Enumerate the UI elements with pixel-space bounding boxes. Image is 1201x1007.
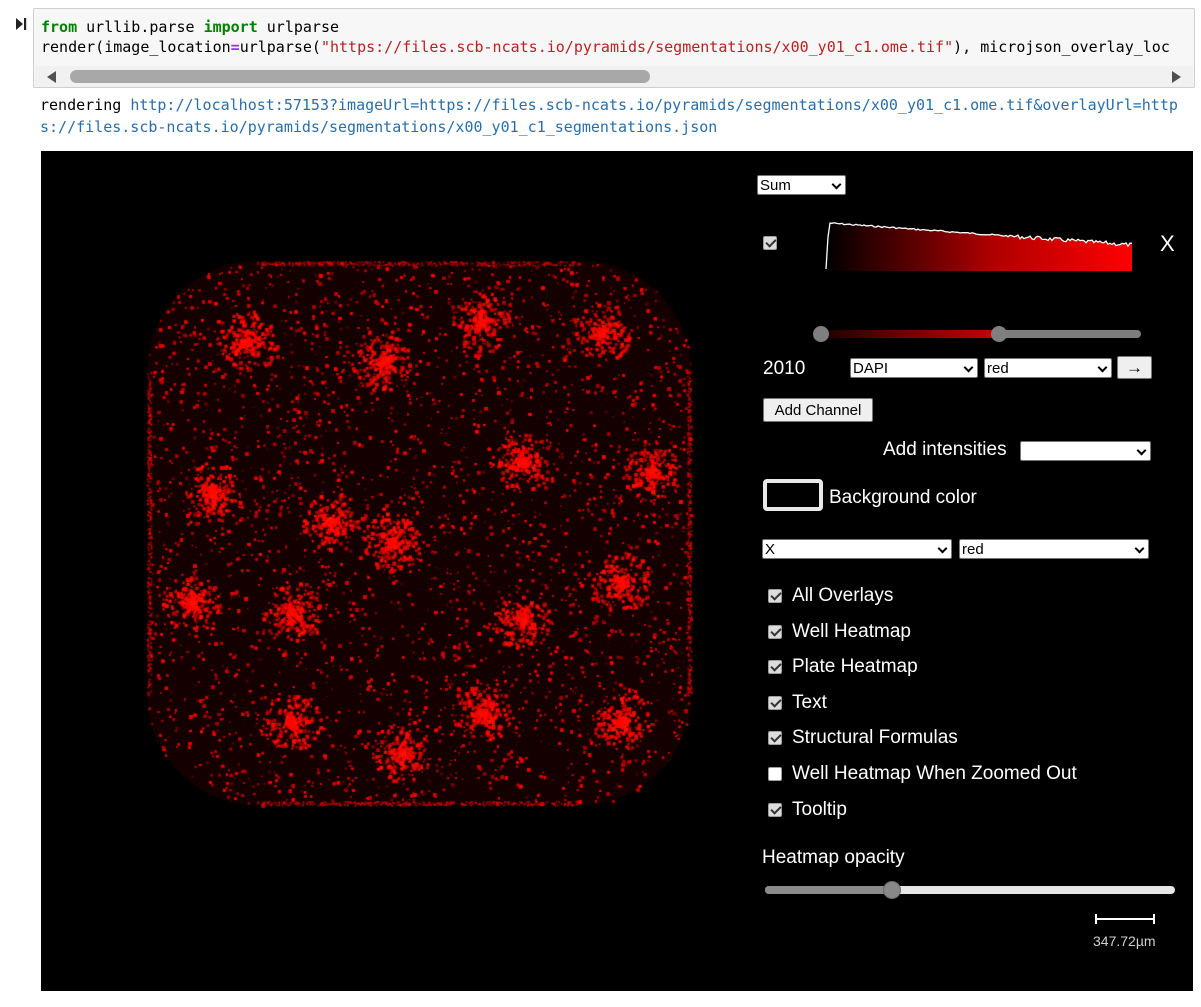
- scroll-right-arrow-icon[interactable]: [1172, 71, 1181, 83]
- urlparse-call: urlparse(: [239, 38, 321, 56]
- apply-channel-button[interactable]: →: [1117, 356, 1152, 379]
- heatmap-opacity-label: Heatmap opacity: [762, 847, 905, 868]
- projection-select-wrap[interactable]: Sum: [757, 175, 846, 195]
- add-intensities-select-wrap[interactable]: [1020, 441, 1151, 461]
- channel-select[interactable]: DAPI: [850, 358, 978, 378]
- control-panel: Sum X 2010 DAPI red → Add Channel Add in…: [757, 151, 1193, 991]
- code-cell[interactable]: from urllib.parse import urlparse render…: [33, 8, 1195, 88]
- output-prefix: rendering: [40, 96, 131, 114]
- overlay-checkbox[interactable]: [768, 589, 782, 603]
- scale-bar-label: 347.72µm: [1093, 933, 1156, 949]
- overlay-color-select[interactable]: red: [959, 539, 1149, 559]
- overlay-checkbox-label: Structural Formulas: [792, 727, 958, 748]
- overlay-checkbox[interactable]: [768, 767, 782, 781]
- overlay-checkbox-label: Well Heatmap: [792, 621, 911, 642]
- cell-output: rendering http://localhost:57153?imageUr…: [40, 94, 1200, 138]
- render-call-rest: ), microjson_overlay_loc: [953, 38, 1170, 56]
- keyword-import: import: [203, 18, 258, 36]
- run-cell-icon[interactable]: [15, 17, 27, 31]
- overlay-select[interactable]: X: [762, 539, 952, 559]
- import-name: urlparse: [257, 18, 340, 36]
- overlay-checkbox-label: All Overlays: [792, 585, 894, 606]
- projection-select[interactable]: Sum: [757, 175, 846, 195]
- overlay-select-wrap[interactable]: X: [762, 539, 952, 559]
- overlay-checkbox[interactable]: [768, 731, 782, 745]
- overlay-checkbox[interactable]: [768, 696, 782, 710]
- microscopy-image[interactable]: [41, 151, 761, 991]
- scrollbar-thumb[interactable]: [70, 70, 650, 83]
- equals-operator: =: [230, 38, 240, 56]
- channel-visible-checkbox[interactable]: [763, 236, 777, 250]
- overlay-checkbox[interactable]: [768, 660, 782, 674]
- scale-bar: [1095, 914, 1155, 924]
- overlay-checkbox-label: Plate Heatmap: [792, 656, 918, 677]
- contrast-max-handle[interactable]: [991, 326, 1008, 342]
- horizontal-scrollbar[interactable]: [35, 66, 1193, 87]
- image-url-string: "https://files.scb-ncats.io/pyramids/seg…: [320, 38, 954, 56]
- render-call: render(image_location: [41, 38, 231, 56]
- add-intensities-label: Add intensities: [883, 439, 1007, 460]
- contrast-min-handle[interactable]: [813, 326, 829, 342]
- overlay-checkbox-label: Tooltip: [792, 799, 847, 820]
- viewer-link[interactable]: http://localhost:57153?imageUrl=https://…: [40, 96, 1178, 136]
- overlay-checkbox-label: Well Heatmap When Zoomed Out: [792, 763, 1077, 784]
- overlay-color-select-wrap[interactable]: red: [959, 539, 1149, 559]
- image-viewer[interactable]: Sum X 2010 DAPI red → Add Channel Add in…: [41, 151, 1193, 991]
- remove-channel-button[interactable]: X: [1160, 231, 1175, 257]
- background-color-swatch[interactable]: [763, 479, 823, 511]
- channel-select-wrap[interactable]: DAPI: [850, 358, 978, 378]
- channel-histogram: [825, 222, 1133, 271]
- overlay-checkbox-label: Text: [792, 692, 827, 713]
- channel-color-select[interactable]: red: [984, 358, 1112, 378]
- opacity-slider-fill: [765, 886, 893, 894]
- background-color-label: Background color: [829, 487, 977, 508]
- overlay-checkbox[interactable]: [768, 803, 782, 817]
- keyword-from: from: [41, 18, 78, 36]
- add-channel-button[interactable]: Add Channel: [763, 398, 873, 422]
- overlay-checkbox[interactable]: [768, 625, 782, 639]
- code-editor[interactable]: from urllib.parse import urlparse render…: [41, 17, 1194, 57]
- heatmap-opacity-slider[interactable]: [765, 881, 1175, 899]
- add-intensities-select[interactable]: [1020, 441, 1151, 461]
- scroll-left-arrow-icon[interactable]: [47, 71, 56, 83]
- contrast-range-slider[interactable]: [819, 330, 1141, 338]
- module-name: urllib.parse: [77, 18, 204, 36]
- channel-color-select-wrap[interactable]: red: [984, 358, 1112, 378]
- opacity-slider-handle[interactable]: [883, 881, 902, 899]
- channel-value: 2010: [763, 358, 806, 379]
